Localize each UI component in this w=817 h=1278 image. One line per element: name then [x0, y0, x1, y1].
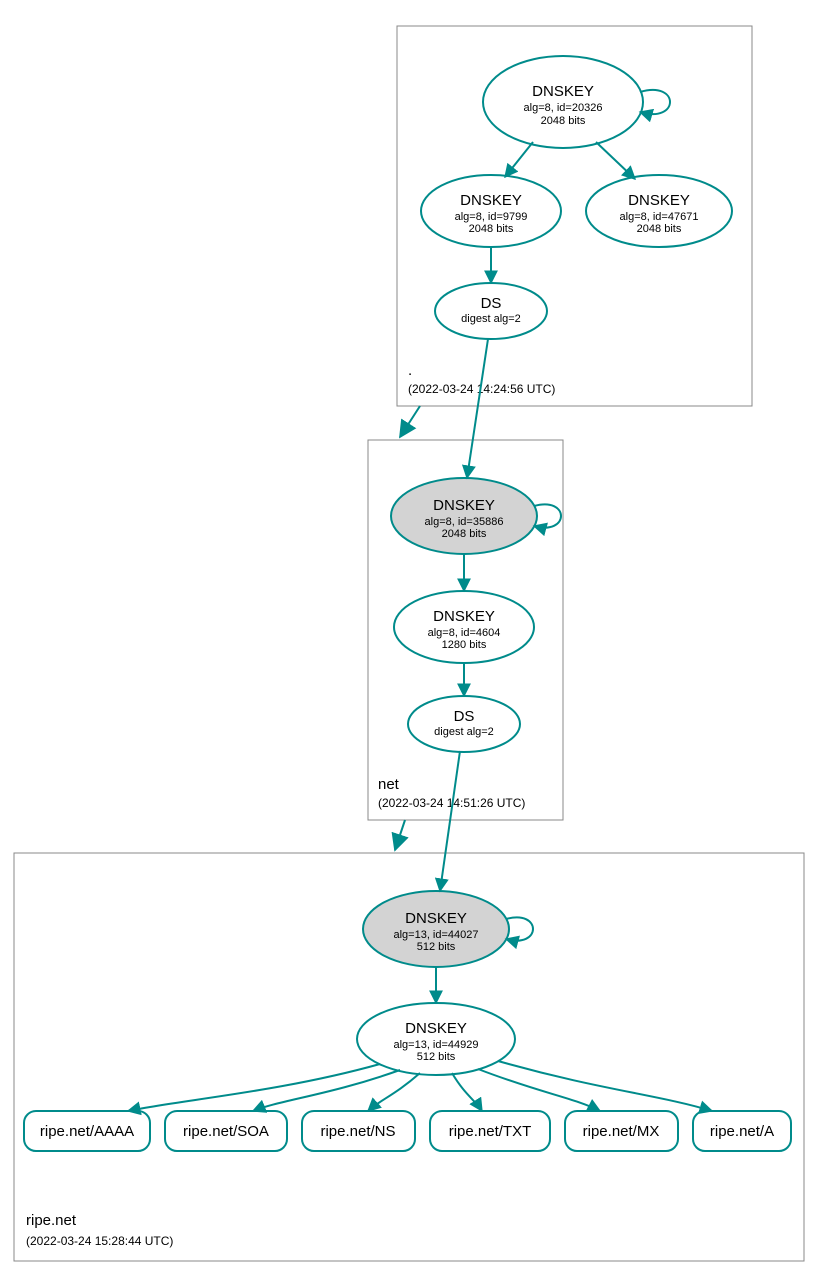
edge-rootds-netksk: [467, 339, 488, 478]
edge-root-ksk-self: [640, 90, 670, 114]
svg-text:2048 bits: 2048 bits: [541, 115, 586, 127]
svg-text:DNSKEY: DNSKEY: [532, 83, 594, 100]
svg-text:DNSKEY: DNSKEY: [405, 1020, 467, 1037]
edge-zsk-mx: [478, 1069, 600, 1111]
node-ripe-ksk: DNSKEY alg=13, id=44027 512 bits: [363, 891, 533, 967]
node-rr-txt: ripe.net/TXT: [430, 1111, 550, 1151]
dnssec-chain-diagram: . (2022-03-24 14:24:56 UTC) DNSKEY alg=8…: [0, 0, 817, 1278]
zone-label-ripe: ripe.net: [26, 1212, 77, 1229]
edge-zone-net-ripe: [395, 820, 405, 850]
svg-text:digest alg=2: digest alg=2: [434, 726, 494, 738]
zone-label-net: net: [378, 776, 400, 793]
node-net-ds: DS digest alg=2: [408, 696, 520, 752]
svg-text:digest alg=2: digest alg=2: [461, 313, 521, 325]
node-root-ksk: DNSKEY alg=8, id=20326 2048 bits: [483, 56, 670, 148]
node-root-zsk2: DNSKEY alg=8, id=47671 2048 bits: [586, 175, 732, 247]
edge-zsk-txt: [452, 1073, 482, 1111]
svg-text:alg=8, id=4604: alg=8, id=4604: [428, 627, 501, 639]
zone-ts-ripe: (2022-03-24 15:28:44 UTC): [26, 1234, 173, 1248]
node-rr-mx: ripe.net/MX: [565, 1111, 678, 1151]
svg-text:DNSKEY: DNSKEY: [405, 910, 467, 927]
svg-text:ripe.net/TXT: ripe.net/TXT: [449, 1123, 532, 1140]
svg-text:DNSKEY: DNSKEY: [433, 497, 495, 514]
svg-text:alg=13, id=44027: alg=13, id=44027: [393, 929, 478, 941]
svg-text:DS: DS: [454, 708, 475, 725]
edge-net-ksk-self: [534, 504, 561, 527]
node-rr-a: ripe.net/A: [693, 1111, 791, 1151]
svg-text:DNSKEY: DNSKEY: [433, 608, 495, 625]
edge-rootksk-zsk2: [596, 142, 635, 179]
svg-text:alg=13, id=44929: alg=13, id=44929: [393, 1039, 478, 1051]
svg-text:512 bits: 512 bits: [417, 941, 456, 953]
svg-text:ripe.net/A: ripe.net/A: [710, 1123, 774, 1140]
zone-label-root: .: [408, 362, 412, 379]
svg-text:2048 bits: 2048 bits: [637, 223, 682, 235]
svg-text:alg=8, id=20326: alg=8, id=20326: [524, 102, 603, 114]
svg-text:1280 bits: 1280 bits: [442, 639, 487, 651]
svg-text:alg=8, id=35886: alg=8, id=35886: [425, 516, 504, 528]
node-rr-aaaa: ripe.net/AAAA: [24, 1111, 150, 1151]
svg-text:ripe.net/NS: ripe.net/NS: [320, 1123, 395, 1140]
svg-text:DNSKEY: DNSKEY: [628, 192, 690, 209]
svg-text:2048 bits: 2048 bits: [469, 223, 514, 235]
svg-text:ripe.net/MX: ripe.net/MX: [583, 1123, 660, 1140]
edge-ripe-ksk-self: [506, 917, 533, 940]
svg-text:512 bits: 512 bits: [417, 1051, 456, 1063]
edge-netds-ripeksk: [440, 751, 460, 891]
node-ripe-zsk: DNSKEY alg=13, id=44929 512 bits: [357, 1003, 515, 1075]
edge-zsk-a: [498, 1061, 712, 1111]
edge-zone-root-net: [400, 406, 420, 437]
svg-text:DS: DS: [481, 295, 502, 312]
node-root-zsk1: DNSKEY alg=8, id=9799 2048 bits: [421, 175, 561, 247]
node-rr-ns: ripe.net/NS: [302, 1111, 415, 1151]
edge-zsk-soa: [253, 1070, 400, 1111]
node-root-ds: DS digest alg=2: [435, 283, 547, 339]
node-rr-soa: ripe.net/SOA: [165, 1111, 287, 1151]
node-net-zsk: DNSKEY alg=8, id=4604 1280 bits: [394, 591, 534, 663]
svg-text:ripe.net/AAAA: ripe.net/AAAA: [40, 1123, 134, 1140]
edge-rootksk-zsk1: [505, 142, 533, 177]
svg-text:alg=8, id=47671: alg=8, id=47671: [620, 211, 699, 223]
svg-text:DNSKEY: DNSKEY: [460, 192, 522, 209]
node-net-ksk: DNSKEY alg=8, id=35886 2048 bits: [391, 478, 561, 554]
svg-text:2048 bits: 2048 bits: [442, 528, 487, 540]
svg-text:ripe.net/SOA: ripe.net/SOA: [183, 1123, 269, 1140]
svg-text:alg=8, id=9799: alg=8, id=9799: [455, 211, 528, 223]
